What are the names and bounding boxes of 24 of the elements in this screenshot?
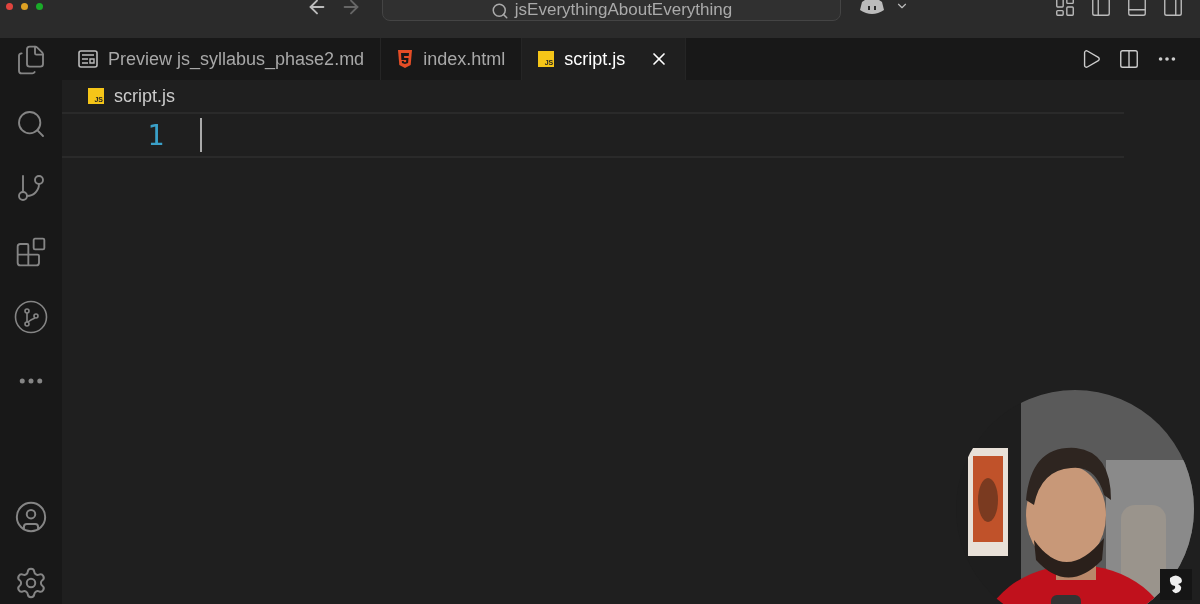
search-icon[interactable]: [15, 108, 47, 140]
preview-icon: [78, 50, 98, 68]
zoom-light[interactable]: [36, 3, 43, 10]
channel-logo-icon: [1160, 569, 1192, 600]
panel-left-icon[interactable]: [1090, 0, 1112, 18]
line-number: 1: [146, 118, 164, 152]
search-icon: [490, 2, 509, 20]
extensions-icon[interactable]: [15, 236, 47, 268]
panel-bottom-icon[interactable]: [1126, 0, 1148, 18]
git-graph-icon[interactable]: [14, 300, 48, 334]
split-editor-icon[interactable]: [1118, 48, 1140, 70]
breadcrumb-item[interactable]: script.js: [114, 85, 175, 107]
minimize-light[interactable]: [21, 3, 28, 10]
html5-icon: [397, 50, 414, 68]
account-icon[interactable]: [14, 500, 48, 534]
layout-icon[interactable]: [1054, 0, 1076, 18]
source-control-icon[interactable]: [15, 172, 47, 204]
explorer-icon[interactable]: [15, 44, 47, 76]
command-center-search[interactable]: jsEverythingAboutEverything: [382, 0, 841, 21]
robot-icon[interactable]: [859, 0, 885, 16]
close-light[interactable]: [6, 3, 13, 10]
text-cursor: [200, 118, 202, 152]
settings-icon[interactable]: [14, 566, 48, 600]
panel-right-icon[interactable]: [1162, 0, 1184, 18]
